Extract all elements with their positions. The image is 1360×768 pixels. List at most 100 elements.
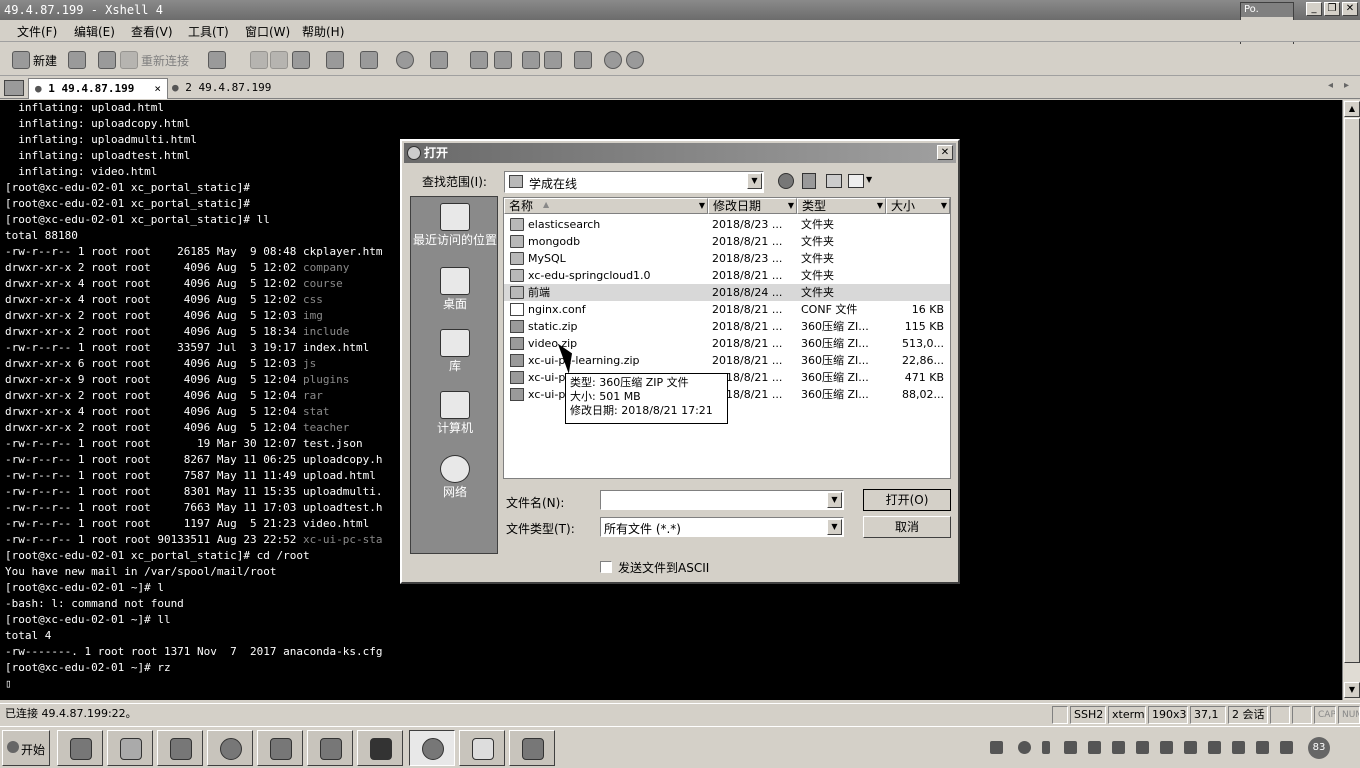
tab-scroll-left-icon[interactable]: ◂ bbox=[1328, 80, 1333, 91]
tab-session-1[interactable]: ● 1 49.4.87.199 × bbox=[28, 78, 168, 99]
taskbar-webstorm[interactable] bbox=[357, 730, 403, 766]
new-session-icon[interactable] bbox=[12, 51, 30, 69]
filename-input[interactable]: ▼ bbox=[600, 490, 844, 510]
ascii-checkbox-label[interactable]: 发送文件到ASCII bbox=[618, 559, 709, 576]
cancel-button[interactable]: 取消 bbox=[863, 516, 951, 538]
file-row[interactable]: elasticsearch 2018/8/23 ... 文件夹 bbox=[504, 216, 950, 233]
compose-icon[interactable] bbox=[494, 51, 512, 69]
filetype-select[interactable]: 所有文件 (*.*) ▼ bbox=[600, 517, 844, 537]
place-recent[interactable]: 最近访问的位置 bbox=[411, 203, 499, 247]
session-manager-icon[interactable] bbox=[4, 80, 24, 96]
restore-button[interactable]: ❐ bbox=[1324, 2, 1340, 16]
file-row[interactable]: mongodb 2018/8/21 ... 文件夹 bbox=[504, 233, 950, 250]
new-folder-icon[interactable] bbox=[826, 174, 842, 188]
tray-icon-2[interactable] bbox=[1088, 741, 1101, 754]
tab-scroll-right-icon[interactable]: ▸ bbox=[1344, 80, 1349, 91]
lookin-select[interactable]: 学成在线 ▼ bbox=[504, 171, 764, 193]
taskbar-app3[interactable] bbox=[157, 730, 203, 766]
tray-icon-8[interactable] bbox=[1232, 741, 1245, 754]
taskbar-explorer[interactable] bbox=[107, 730, 153, 766]
dialog-close-button[interactable]: ✕ bbox=[937, 145, 953, 160]
chevron-down-icon[interactable]: ▼ bbox=[827, 492, 842, 508]
place-computer[interactable]: 计算机 bbox=[411, 391, 499, 435]
tray-icon-7[interactable] bbox=[1208, 741, 1221, 754]
open-folder-icon[interactable] bbox=[68, 51, 86, 69]
paste-icon[interactable] bbox=[270, 51, 288, 69]
taskbar-app6[interactable] bbox=[307, 730, 353, 766]
view-menu-icon[interactable] bbox=[848, 174, 864, 188]
file-list[interactable]: 名称 ▲ ▼ 修改日期 ▼ 类型 ▼ 大小 ▼ elasticsearch 2018/8/2… bbox=[503, 197, 951, 479]
tab-close-icon[interactable]: × bbox=[154, 79, 161, 98]
minimize-button[interactable]: _ bbox=[1306, 2, 1322, 16]
volume-icon[interactable] bbox=[1256, 741, 1269, 754]
column-size[interactable]: 大小 ▼ bbox=[886, 198, 950, 214]
menu-window[interactable]: 窗口(W) bbox=[245, 23, 290, 40]
network-signal-icon[interactable] bbox=[1280, 741, 1293, 754]
place-network[interactable]: 网络 bbox=[411, 455, 499, 499]
up-folder-icon[interactable] bbox=[802, 173, 816, 189]
layout-icon[interactable] bbox=[522, 51, 540, 69]
back-icon[interactable] bbox=[778, 173, 794, 189]
terminal-scrollbar[interactable]: ▲ ▼ bbox=[1342, 100, 1360, 700]
print-icon[interactable] bbox=[326, 51, 344, 69]
taskbar-typora[interactable] bbox=[459, 730, 505, 766]
place-desktop[interactable]: 桌面 bbox=[411, 267, 499, 311]
menu-help[interactable]: 帮助(H) bbox=[302, 23, 344, 40]
keyboard-tray-icon[interactable] bbox=[990, 741, 1003, 754]
help-tray-icon[interactable] bbox=[1018, 741, 1031, 754]
chevron-down-icon[interactable]: ▼ bbox=[827, 519, 842, 535]
file-row[interactable]: static.zip 2018/8/21 ... 360压缩 ZI... 115 KB bbox=[504, 318, 950, 335]
xftp-icon[interactable] bbox=[470, 51, 488, 69]
lock-icon[interactable] bbox=[544, 51, 562, 69]
column-menu-icon[interactable]: ▼ bbox=[877, 199, 883, 213]
new-session-label[interactable]: 新建 bbox=[33, 52, 57, 69]
globe-icon[interactable] bbox=[396, 51, 414, 69]
tray-icon-1[interactable] bbox=[1064, 741, 1077, 754]
taskbar-app5[interactable] bbox=[257, 730, 303, 766]
tray-icon-3[interactable] bbox=[1112, 741, 1125, 754]
taskbar-chrome[interactable] bbox=[207, 730, 253, 766]
menu-file[interactable]: 文件(F) bbox=[17, 23, 57, 40]
tray-expand-icon[interactable] bbox=[1042, 741, 1050, 754]
file-row[interactable]: xc-edu-springcloud1.0 2018/8/21 ... 文件夹 bbox=[504, 267, 950, 284]
copy-icon[interactable] bbox=[250, 51, 268, 69]
file-row[interactable]: nginx.conf 2018/8/21 ... CONF 文件 16 KB bbox=[504, 301, 950, 318]
column-type[interactable]: 类型 ▼ bbox=[797, 198, 886, 214]
keyboard-icon[interactable] bbox=[574, 51, 592, 69]
column-name[interactable]: 名称 ▲ ▼ bbox=[504, 198, 708, 214]
disconnect-icon[interactable] bbox=[98, 51, 116, 69]
menu-tools[interactable]: 工具(T) bbox=[188, 23, 229, 40]
chat-icon[interactable] bbox=[626, 51, 644, 69]
tab-session-2[interactable]: ● 2 49.4.87.199 bbox=[172, 80, 282, 98]
scroll-thumb[interactable] bbox=[1344, 118, 1360, 663]
column-menu-icon[interactable]: ▼ bbox=[788, 199, 794, 213]
tray-counter-badge[interactable]: 83 bbox=[1308, 737, 1330, 759]
tray-icon-5[interactable] bbox=[1160, 741, 1173, 754]
properties-icon[interactable] bbox=[208, 51, 226, 69]
help-icon[interactable] bbox=[604, 51, 622, 69]
column-menu-icon[interactable]: ▼ bbox=[941, 199, 947, 213]
file-row[interactable]: 前端 2018/8/24 ... 文件夹 bbox=[504, 284, 950, 301]
close-button[interactable]: ✕ bbox=[1342, 2, 1358, 16]
start-button[interactable]: 开始 bbox=[2, 730, 50, 766]
open-button[interactable]: 打开(O) bbox=[863, 489, 951, 511]
scroll-up-icon[interactable]: ▲ bbox=[1344, 101, 1360, 117]
chevron-down-icon[interactable]: ▼ bbox=[747, 173, 762, 189]
tray-icon-4[interactable] bbox=[1136, 741, 1149, 754]
scroll-down-icon[interactable]: ▼ bbox=[1344, 682, 1360, 698]
find-icon[interactable] bbox=[292, 51, 310, 69]
taskbar-app10[interactable] bbox=[509, 730, 555, 766]
ascii-checkbox[interactable] bbox=[600, 561, 612, 573]
file-row[interactable]: MySQL 2018/8/23 ... 文件夹 bbox=[504, 250, 950, 267]
bluetooth-icon[interactable] bbox=[1184, 741, 1197, 754]
view-menu-chevron-icon[interactable]: ▼ bbox=[866, 175, 872, 184]
script-icon[interactable] bbox=[430, 51, 448, 69]
menu-edit[interactable]: 编辑(E) bbox=[74, 23, 115, 40]
column-date[interactable]: 修改日期 ▼ bbox=[708, 198, 797, 214]
place-library[interactable]: 库 bbox=[411, 329, 499, 373]
transfer-icon[interactable] bbox=[360, 51, 378, 69]
taskbar-xshell[interactable] bbox=[409, 730, 455, 766]
reconnect-icon[interactable] bbox=[120, 51, 138, 69]
menu-view[interactable]: 查看(V) bbox=[131, 23, 173, 40]
reconnect-label[interactable]: 重新连接 bbox=[141, 52, 189, 69]
